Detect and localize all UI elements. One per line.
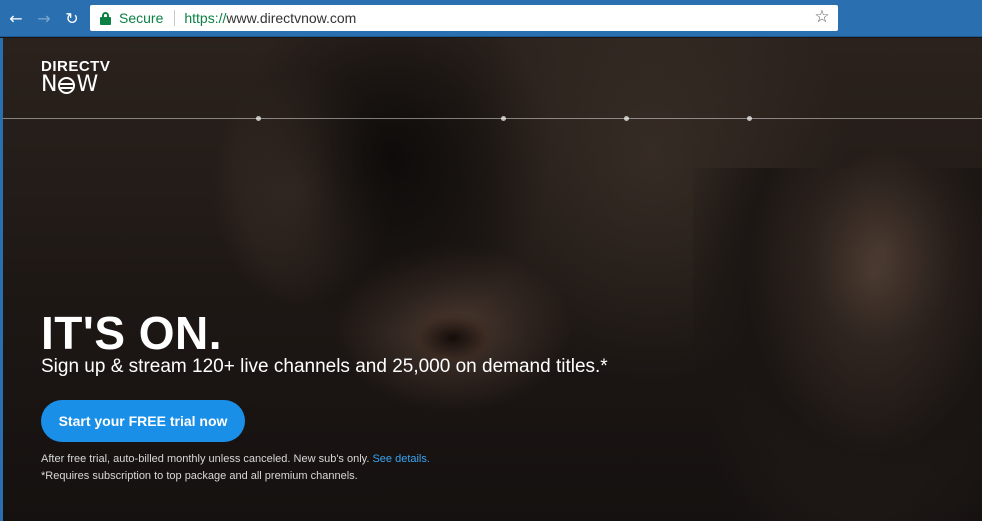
browser-toolbar: ← → ↻ Secure https://www.directvnow.com … xyxy=(0,0,982,37)
address-bar[interactable]: Secure https://www.directvnow.com ☆ xyxy=(90,5,838,31)
logo-wordmark-bottom: N W xyxy=(41,74,110,96)
bookmark-star-icon[interactable]: ☆ xyxy=(812,7,832,27)
nav-dot[interactable] xyxy=(747,116,752,121)
page-viewport: DIRECTV N W IT'S ON. Sign up & stream 12… xyxy=(0,38,982,521)
back-icon[interactable]: ← xyxy=(4,6,28,30)
hero-headline: IT'S ON. xyxy=(41,307,223,359)
forward-icon[interactable]: → xyxy=(32,6,56,30)
hero-figure-left xyxy=(233,38,553,338)
lock-icon xyxy=(100,11,111,25)
disclaimer-requirements: *Requires subscription to top package an… xyxy=(41,470,358,482)
nav-dot[interactable] xyxy=(501,116,506,121)
reload-icon[interactable]: ↻ xyxy=(60,6,84,30)
url-protocol: https:// xyxy=(184,10,227,26)
disclaimer-billing-text: After free trial, auto-billed monthly un… xyxy=(41,453,370,465)
url-host: www.directvnow.com xyxy=(226,10,357,26)
hero-figure-right xyxy=(693,168,982,521)
directv-now-logo[interactable]: DIRECTV N W xyxy=(41,59,110,96)
logo-letter-w: W xyxy=(76,72,99,97)
url-text[interactable]: https://www.directvnow.com xyxy=(184,10,356,26)
secure-label: Secure xyxy=(119,10,164,26)
nav-divider xyxy=(3,116,982,121)
hero-background-image xyxy=(3,38,982,521)
start-free-trial-button[interactable]: Start your FREE trial now xyxy=(41,400,245,442)
disclaimer-billing: After free trial, auto-billed monthly un… xyxy=(41,452,430,466)
nav-dot[interactable] xyxy=(256,116,261,121)
hero-subline: Sign up & stream 120+ live channels and … xyxy=(41,356,608,377)
see-details-link[interactable]: See details. xyxy=(372,453,429,465)
att-globe-icon xyxy=(58,76,76,94)
nav-dot[interactable] xyxy=(624,116,629,121)
logo-letter-n: N xyxy=(41,72,58,97)
omnibox-separator xyxy=(174,10,176,26)
